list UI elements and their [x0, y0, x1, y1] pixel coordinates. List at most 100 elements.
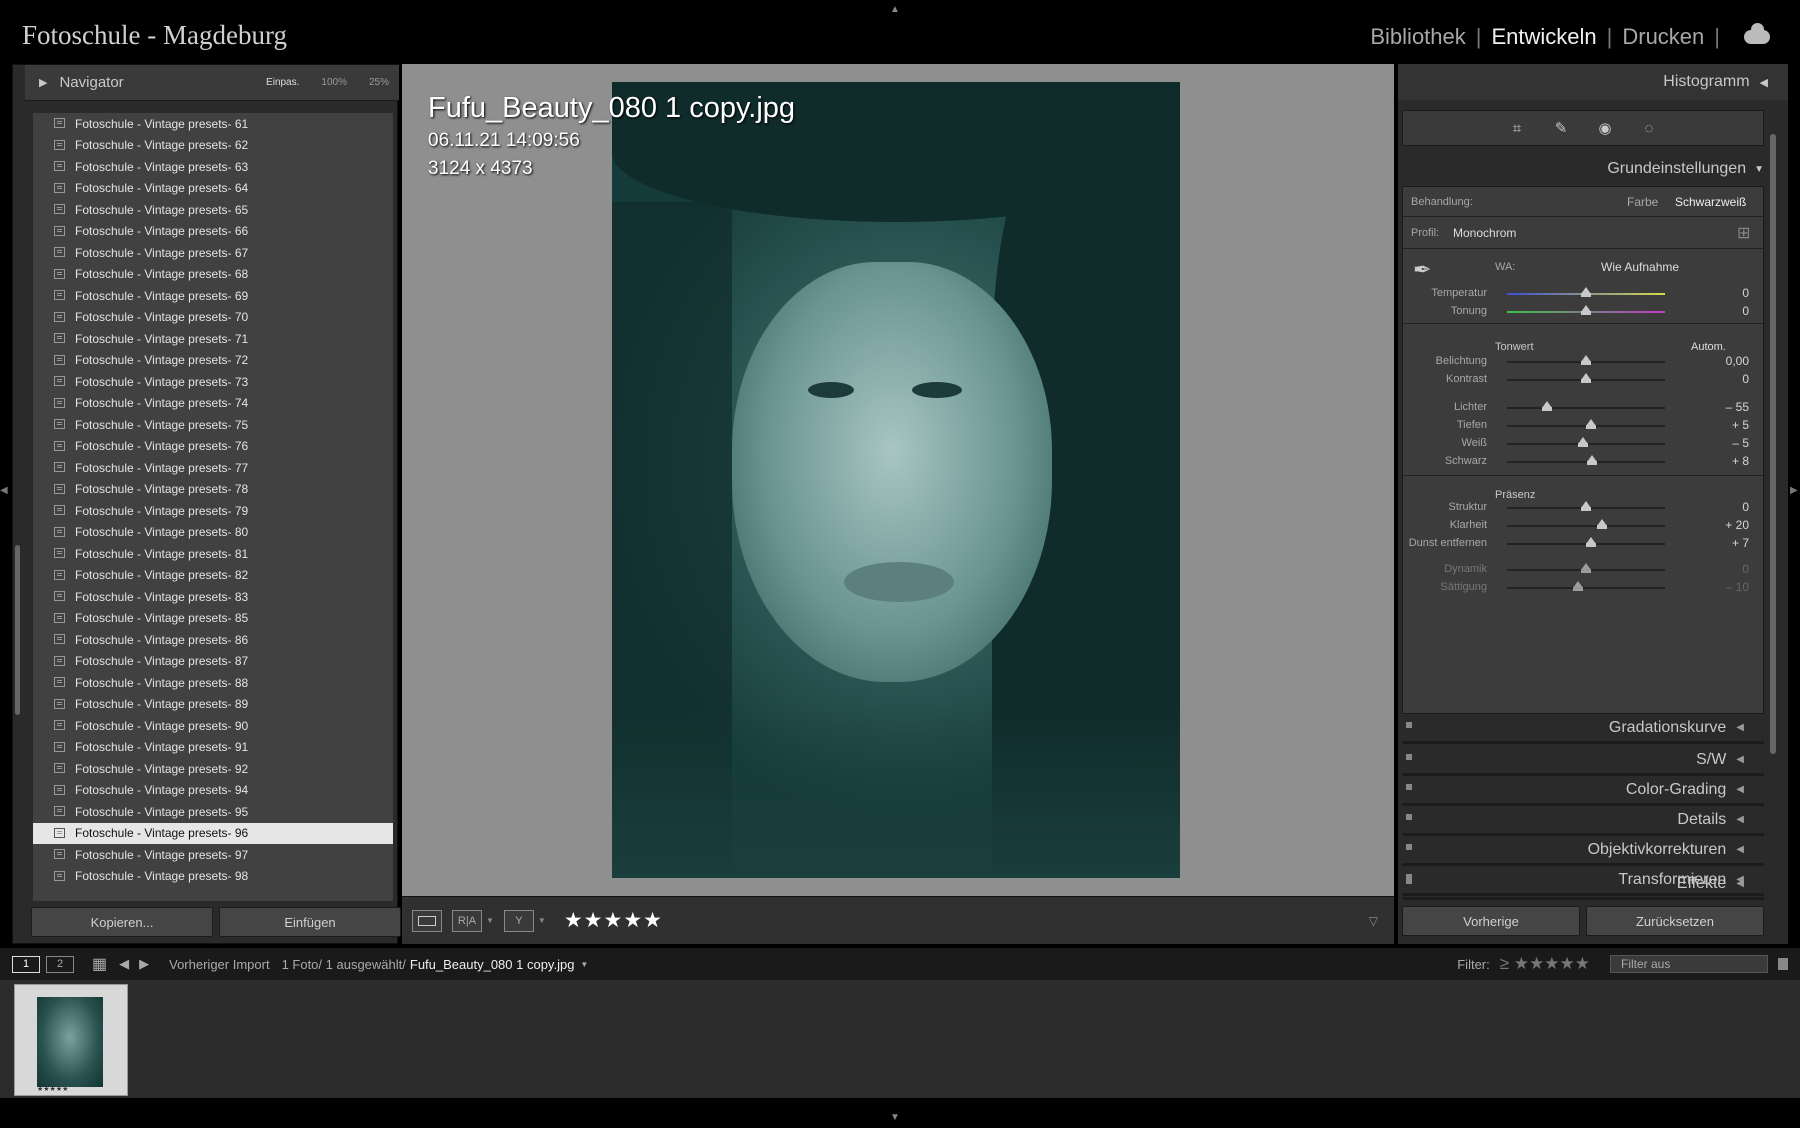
panel-header[interactable]: Effekte ◀ [1402, 870, 1764, 900]
panel-toggle-bottom-icon[interactable]: ▼ [890, 1112, 900, 1123]
navigator-zoom-options: Einpas. 100% 25% [266, 77, 399, 88]
preset-item[interactable]: Fotoschule - Vintage presets- 82 [33, 565, 393, 587]
panel-switch[interactable] [1406, 844, 1412, 850]
navigator-header[interactable]: ▶ Navigator Einpas. 100% 25% [25, 65, 399, 101]
collapse-triangle-icon[interactable]: ◀ [1736, 814, 1744, 825]
preset-item[interactable]: Fotoschule - Vintage presets- 78 [33, 479, 393, 501]
zoom-25[interactable]: 25% [369, 77, 389, 88]
preset-item[interactable]: Fotoschule - Vintage presets- 81 [33, 543, 393, 565]
preset-label: Fotoschule - Vintage presets- 90 [75, 718, 249, 733]
preset-item[interactable]: Fotoschule - Vintage presets- 91 [33, 737, 393, 759]
module-bibliothek[interactable]: Bibliothek [1370, 24, 1465, 50]
loupe-view-icon[interactable] [412, 909, 442, 932]
preset-item[interactable]: Fotoschule - Vintage presets- 77 [33, 457, 393, 479]
preset-item[interactable]: Fotoschule - Vintage presets- 64 [33, 178, 393, 200]
filter-select[interactable]: Filter aus [1610, 955, 1768, 973]
back-arrow-icon[interactable]: ◀ [119, 956, 129, 972]
collapse-triangle-icon[interactable]: ◀ [1736, 844, 1744, 855]
chevron-down-icon[interactable]: ▼ [486, 916, 494, 925]
preset-item[interactable]: Fotoschule - Vintage presets- 87 [33, 651, 393, 673]
filter-stars[interactable]: ≥ ★★★★★ [1500, 954, 1590, 974]
preset-item[interactable]: Fotoschule - Vintage presets- 80 [33, 522, 393, 544]
window-2-button[interactable]: 2 [46, 955, 74, 973]
chevron-down-icon[interactable]: ▼ [538, 916, 546, 925]
preset-item[interactable]: Fotoschule - Vintage presets- 94 [33, 780, 393, 802]
app-title: Fotoschule - Magdeburg [22, 20, 287, 50]
copy-button[interactable]: Kopieren... [31, 907, 213, 937]
preset-item[interactable]: Fotoschule - Vintage presets- 95 [33, 801, 393, 823]
preset-item[interactable]: Fotoschule - Vintage presets- 71 [33, 328, 393, 350]
zoom-100[interactable]: 100% [321, 77, 347, 88]
panel-switch[interactable] [1406, 878, 1412, 884]
preset-label: Fotoschule - Vintage presets- 75 [75, 417, 249, 432]
panel-switch[interactable] [1406, 754, 1412, 760]
panel-header[interactable]: Objektivkorrekturen ◀ [1402, 836, 1764, 866]
preset-item[interactable]: Fotoschule - Vintage presets- 76 [33, 436, 393, 458]
module-drucken[interactable]: Drucken [1622, 24, 1704, 50]
current-filename[interactable]: Fufu_Beauty_080 1 copy.jpg [410, 957, 575, 972]
preset-item[interactable]: Fotoschule - Vintage presets- 98 [33, 866, 393, 888]
rating-stars[interactable]: ★★★★★ [564, 908, 663, 933]
panel-switch[interactable] [1406, 722, 1412, 728]
window-1-button[interactable]: 1 [12, 955, 40, 973]
panel-toggle-top-icon[interactable]: ▲ [890, 4, 900, 15]
preset-item[interactable]: Fotoschule - Vintage presets- 90 [33, 715, 393, 737]
forward-arrow-icon[interactable]: ▶ [139, 956, 149, 972]
left-scrollbar[interactable] [15, 545, 20, 715]
filter-lock-icon[interactable] [1778, 958, 1788, 970]
preset-icon [54, 526, 65, 537]
collapse-triangle-icon[interactable]: ◀ [1736, 878, 1744, 889]
preset-item[interactable]: Fotoschule - Vintage presets- 67 [33, 242, 393, 264]
preset-item[interactable]: Fotoschule - Vintage presets- 74 [33, 393, 393, 415]
previous-button[interactable]: Vorherige [1402, 906, 1580, 936]
preset-item[interactable]: Fotoschule - Vintage presets- 68 [33, 264, 393, 286]
soft-proof-icon[interactable]: Y [503, 909, 534, 932]
photo-preview[interactable] [612, 82, 1180, 878]
preset-item[interactable]: Fotoschule - Vintage presets- 92 [33, 758, 393, 780]
panel-switch[interactable] [1406, 814, 1412, 820]
filmstrip-thumbnail[interactable]: ★★★★★ [14, 984, 128, 1096]
preset-item[interactable]: Fotoschule - Vintage presets- 63 [33, 156, 393, 178]
preset-item[interactable]: Fotoschule - Vintage presets- 70 [33, 307, 393, 329]
panel-header[interactable]: S/W ◀ [1402, 746, 1764, 776]
preset-item[interactable]: Fotoschule - Vintage presets- 85 [33, 608, 393, 630]
preset-item[interactable]: Fotoschule - Vintage presets- 61 [33, 113, 393, 135]
right-scrollbar[interactable] [1770, 134, 1776, 754]
cloud-icon[interactable] [1744, 23, 1770, 44]
preset-item[interactable]: Fotoschule - Vintage presets- 88 [33, 672, 393, 694]
before-after-icon[interactable]: R|A [452, 909, 482, 932]
preset-item[interactable]: Fotoschule - Vintage presets- 65 [33, 199, 393, 221]
preset-item[interactable]: Fotoschule - Vintage presets- 86 [33, 629, 393, 651]
reset-button[interactable]: Zurücksetzen [1586, 906, 1764, 936]
preset-item[interactable]: Fotoschule - Vintage presets- 83 [33, 586, 393, 608]
preset-item[interactable]: Fotoschule - Vintage presets- 66 [33, 221, 393, 243]
paste-button[interactable]: Einfügen [219, 907, 401, 937]
preset-item[interactable]: Fotoschule - Vintage presets- 69 [33, 285, 393, 307]
source-label[interactable]: Vorheriger Import [169, 957, 269, 972]
preset-item[interactable]: Fotoschule - Vintage presets- 89 [33, 694, 393, 716]
image-canvas[interactable]: Fufu_Beauty_080 1 copy.jpg 06.11.21 14:0… [402, 64, 1394, 896]
preset-item[interactable]: Fotoschule - Vintage presets- 79 [33, 500, 393, 522]
toolbar-menu-icon[interactable]: ▽ [1369, 914, 1378, 928]
preset-item[interactable]: Fotoschule - Vintage presets- 73 [33, 371, 393, 393]
preset-item[interactable]: Fotoschule - Vintage presets- 72 [33, 350, 393, 372]
panel-toggle-right-icon[interactable]: ▶ [1790, 485, 1798, 496]
grid-view-icon[interactable]: ▦ [92, 954, 107, 974]
collapse-triangle-icon[interactable]: ◀ [1736, 722, 1744, 733]
preset-item[interactable]: Fotoschule - Vintage presets- 75 [33, 414, 393, 436]
panel-header[interactable]: Gradationskurve ◀ [1402, 714, 1764, 744]
panel-switch[interactable] [1406, 784, 1412, 790]
module-entwickeln[interactable]: Entwickeln [1491, 24, 1596, 50]
preset-item[interactable]: Fotoschule - Vintage presets- 97 [33, 844, 393, 866]
preset-item[interactable]: Fotoschule - Vintage presets- 96 [33, 822, 393, 844]
preset-item[interactable]: Fotoschule - Vintage presets- 62 [33, 135, 393, 157]
chevron-down-icon[interactable]: ▼ [580, 960, 588, 969]
zoom-fit[interactable]: Einpas. [266, 77, 299, 88]
right-panel: Histogramm ◀ ⌗ ✎ ◉ ◌ Grundeinstellungen … [1398, 64, 1788, 944]
panel-toggle-left-icon[interactable]: ◀ [0, 485, 8, 496]
collapse-triangle-icon[interactable]: ◀ [1736, 784, 1744, 795]
expand-triangle-icon[interactable]: ▶ [39, 76, 47, 89]
panel-header[interactable]: Color-Grading ◀ [1402, 776, 1764, 806]
collapse-triangle-icon[interactable]: ◀ [1736, 754, 1744, 765]
panel-header[interactable]: Details ◀ [1402, 806, 1764, 836]
